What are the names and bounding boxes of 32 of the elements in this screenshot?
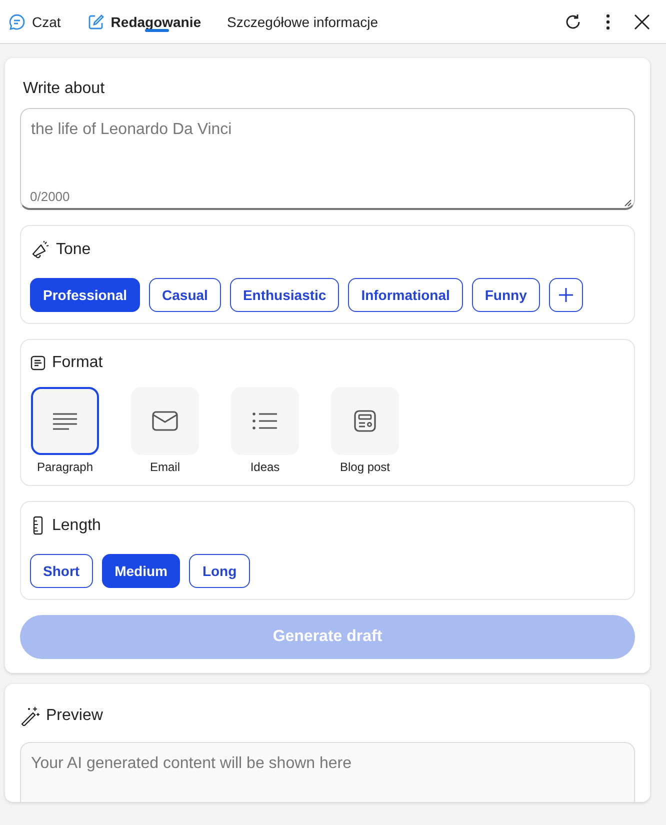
tone-chip[interactable]: Casual: [149, 278, 221, 312]
placeholder-text: Your AI generated content will be shown here: [31, 755, 352, 772]
character-counter: 0/2000: [30, 189, 70, 204]
paragraph-icon: [52, 411, 78, 431]
section-title: Length: [52, 517, 101, 535]
tone-chip[interactable]: Enthusiastic: [230, 278, 340, 312]
section-title: Tone: [56, 241, 91, 259]
chat-icon: [8, 12, 26, 30]
close-icon[interactable]: [632, 12, 652, 32]
add-button[interactable]: [548, 278, 583, 312]
magic-wand-icon: [20, 706, 40, 726]
list-icon: [252, 411, 278, 431]
tab[interactable]: Czat: [8, 0, 61, 43]
tone-chip[interactable]: Funny: [472, 278, 540, 312]
section-title: Format: [52, 354, 103, 372]
resize-handle-icon[interactable]: [624, 199, 632, 207]
plus-icon: [558, 288, 573, 302]
section-title: Preview: [46, 707, 103, 725]
tone-chip[interactable]: Informational: [348, 278, 463, 312]
length-chip[interactable]: Long: [189, 554, 250, 588]
edit-icon: [86, 12, 105, 30]
more-icon[interactable]: [604, 12, 612, 32]
length-chip[interactable]: Short: [30, 554, 93, 588]
length-chip[interactable]: Medium: [102, 554, 180, 588]
tab[interactable]: Szczegółowe informacje: [227, 0, 378, 43]
envelope-icon: [152, 411, 178, 431]
document-icon: [30, 355, 46, 371]
megaphone-icon: [30, 240, 50, 260]
section-title: Write about: [23, 80, 106, 98]
article-icon: [353, 409, 377, 433]
tab[interactable]: Redagowanie: [86, 0, 202, 43]
tone-chip[interactable]: Professional: [30, 278, 140, 312]
